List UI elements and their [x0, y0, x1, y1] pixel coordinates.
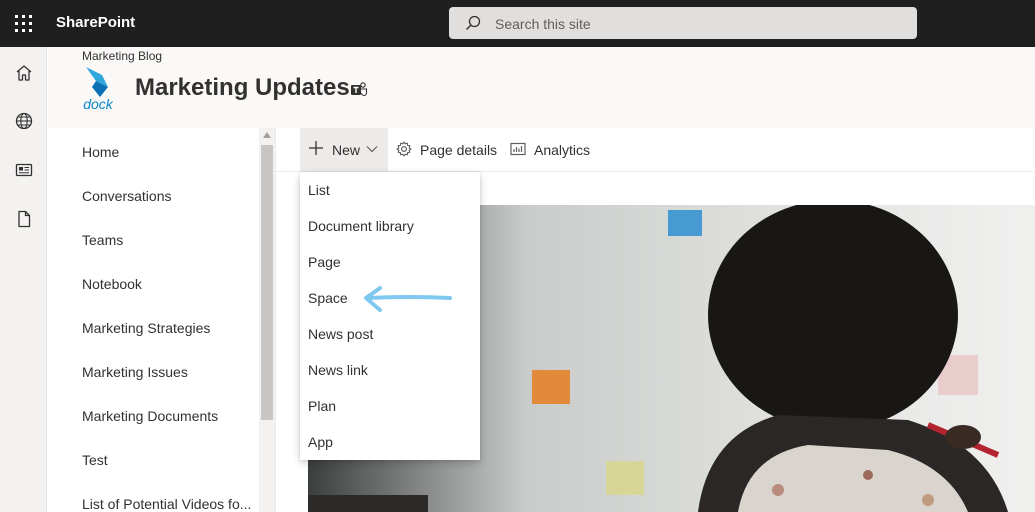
menu-item-label: News post [308, 326, 374, 342]
menu-item-plan[interactable]: Plan [300, 388, 480, 424]
menu-item-label: App [308, 434, 333, 450]
menu-item-label: Space [308, 290, 348, 306]
command-bar: New Page details Analytics [276, 128, 1035, 172]
dock-logo-icon: dock [83, 67, 114, 112]
new-button-label: New [332, 142, 361, 158]
nav-item-marketing-strategies[interactable]: Marketing Strategies [82, 320, 252, 336]
menu-item-label: Page [308, 254, 341, 270]
new-button[interactable]: New [300, 128, 388, 172]
menu-item-label: News link [308, 362, 368, 378]
gear-icon [396, 141, 412, 157]
home-icon[interactable] [12, 61, 36, 85]
nav-item-teams[interactable]: Teams [82, 232, 252, 248]
search-box[interactable] [449, 7, 917, 41]
nav-item-marketing-documents[interactable]: Marketing Documents [82, 408, 252, 424]
plus-icon [309, 141, 323, 155]
menu-item-list[interactable]: List [300, 172, 480, 208]
menu-item-news-link[interactable]: News link [300, 352, 480, 388]
nav-item-marketing-issues[interactable]: Marketing Issues [82, 364, 252, 380]
analytics-label: Analytics [534, 142, 591, 158]
menu-item-label: Document library [308, 218, 414, 234]
menu-item-label: Plan [308, 398, 337, 414]
globe-icon[interactable] [12, 109, 36, 133]
new-menu: List Document library Page Space News po… [300, 172, 480, 460]
app-bar [0, 47, 47, 512]
analytics-icon [510, 142, 526, 156]
annotation-arrow-icon [364, 286, 452, 312]
hub-site-link[interactable]: Marketing Blog [82, 49, 162, 63]
suite-bar: SharePoint [0, 0, 1035, 47]
menu-item-page[interactable]: Page [300, 244, 480, 280]
chevron-down-icon [366, 146, 378, 153]
news-icon[interactable] [12, 158, 36, 182]
page-details-label: Page details [420, 142, 498, 158]
site-logo[interactable]: dock [78, 65, 118, 112]
nav-item-list-of-potential-videos[interactable]: List of Potential Videos fo... [82, 496, 252, 512]
nav-item-test[interactable]: Test [82, 452, 252, 468]
nav-item-notebook[interactable]: Notebook [82, 276, 252, 292]
nav-scrollbar[interactable] [259, 128, 275, 512]
nav-item-conversations[interactable]: Conversations [82, 188, 252, 204]
search-input[interactable] [493, 7, 897, 41]
site-title: Marketing Updates [135, 74, 350, 101]
scrollbar-thumb[interactable] [261, 145, 273, 420]
search-icon [466, 15, 481, 30]
menu-item-app[interactable]: App [300, 424, 480, 460]
nav-item-home[interactable]: Home [82, 144, 252, 160]
document-icon[interactable] [12, 207, 36, 231]
menu-item-label: List [308, 182, 330, 198]
app-launcher-icon[interactable] [0, 0, 47, 47]
site-header: Marketing Blog dock Marketing Updates [48, 47, 1035, 129]
menu-item-document-library[interactable]: Document library [300, 208, 480, 244]
app-name[interactable]: SharePoint [56, 14, 135, 31]
teams-icon[interactable] [350, 81, 368, 97]
left-nav: Home Conversations Teams Notebook Market… [48, 128, 276, 512]
scroll-up-icon[interactable] [263, 132, 271, 138]
menu-item-news-post[interactable]: News post [300, 316, 480, 352]
logo-text: dock [83, 96, 114, 111]
